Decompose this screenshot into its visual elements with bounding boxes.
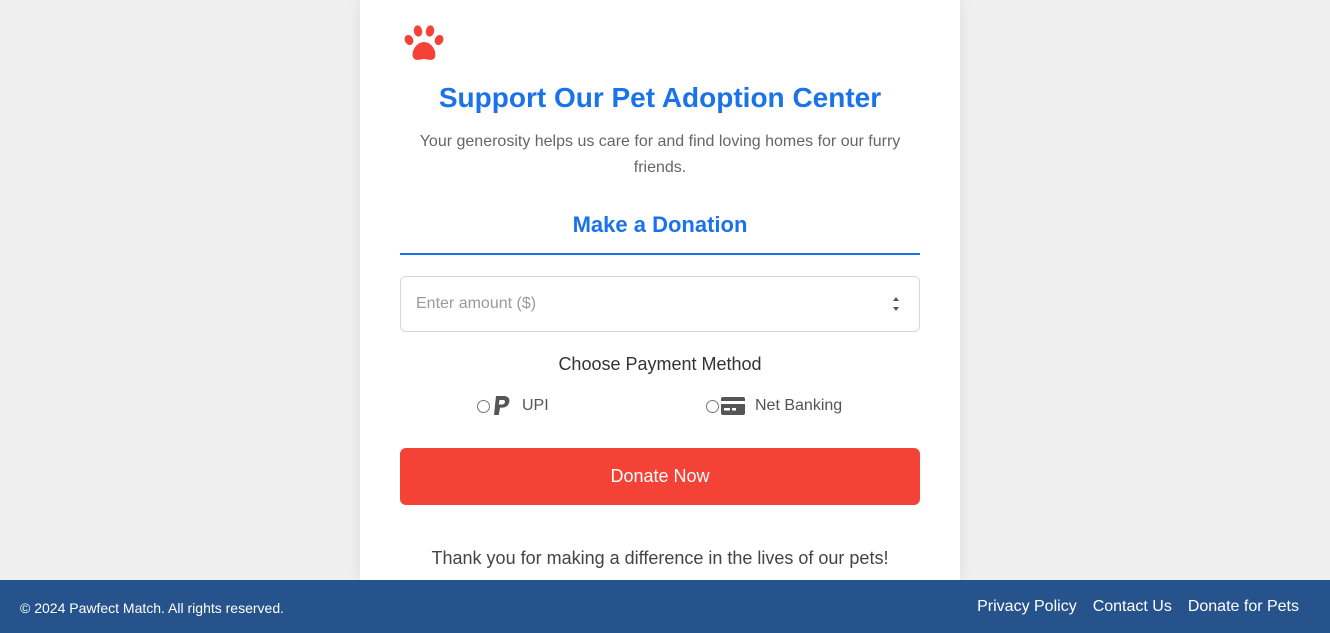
- privacy-policy-link[interactable]: Privacy Policy: [977, 598, 1077, 616]
- page-title: Support Our Pet Adoption Center: [438, 82, 882, 113]
- footer: © 2024 Pawfect Match. All rights reserve…: [0, 580, 1330, 633]
- donate-now-button[interactable]: Donate Now: [400, 448, 920, 505]
- payment-method-title: Choose Payment Method: [558, 354, 762, 374]
- footer-links: Privacy Policy Contact Us Donate for Pet…: [977, 598, 1299, 616]
- thank-you-message: Thank you for making a difference in the…: [431, 548, 889, 568]
- upi-label: UPI: [522, 397, 549, 414]
- section-title: Make a Donation: [572, 212, 748, 237]
- paypal-icon: [494, 396, 510, 415]
- donate-for-pets-link[interactable]: Donate for Pets: [1188, 598, 1299, 616]
- net-banking-radio[interactable]: [706, 399, 719, 413]
- payment-option-net-banking[interactable]: Net Banking: [706, 394, 842, 418]
- credit-card-icon: [721, 397, 745, 415]
- donation-card: Support Our Pet Adoption Center Your gen…: [360, 0, 960, 580]
- number-spinner-icon[interactable]: [891, 294, 901, 314]
- net-banking-label: Net Banking: [755, 397, 843, 414]
- page-subtitle: Your generosity helps us care for and fi…: [419, 133, 901, 176]
- contact-us-link[interactable]: Contact Us: [1093, 598, 1172, 616]
- copyright-text: © 2024 Pawfect Match. All rights reserve…: [20, 600, 284, 616]
- upi-radio[interactable]: [477, 399, 490, 413]
- amount-input[interactable]: [400, 276, 920, 332]
- section-divider: [400, 253, 920, 255]
- paw-icon: [404, 25, 444, 60]
- payment-option-upi[interactable]: UPI: [477, 394, 549, 418]
